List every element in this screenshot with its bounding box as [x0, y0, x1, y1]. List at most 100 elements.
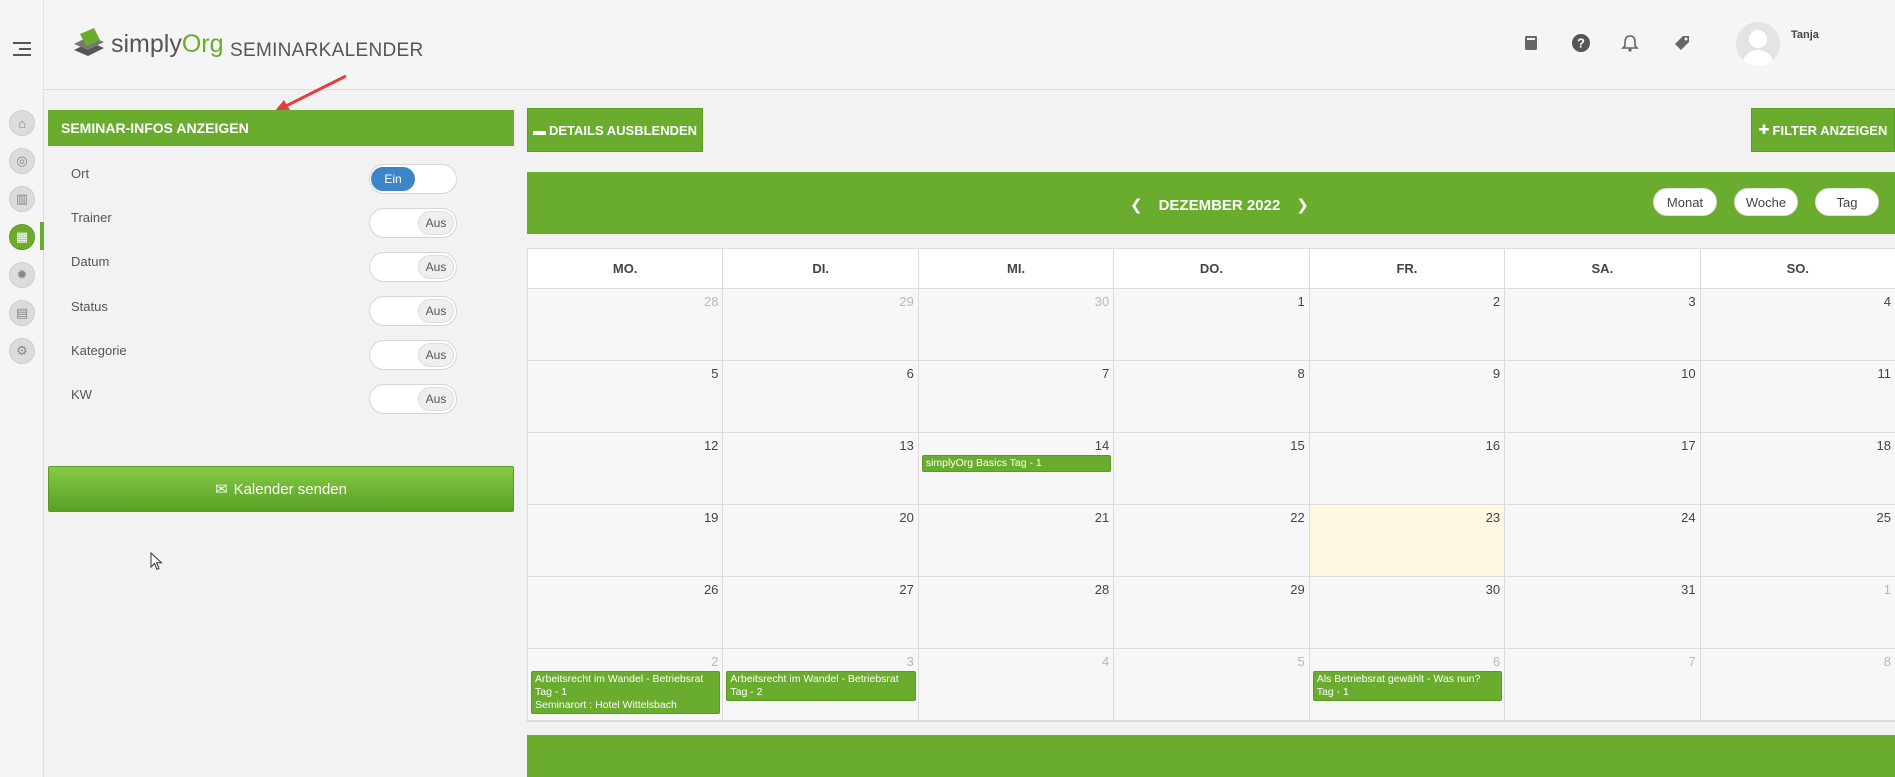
day-number[interactable]: 4	[1102, 654, 1109, 669]
day-cell[interactable]: 13	[723, 433, 919, 505]
day-cell[interactable]: 28	[918, 577, 1115, 649]
day-number[interactable]: 14	[1095, 438, 1109, 453]
day-cell[interactable]: 16	[1309, 433, 1506, 505]
toggle-kw[interactable]: Aus	[369, 384, 457, 414]
day-number[interactable]: 8	[1297, 366, 1304, 381]
day-number[interactable]: 12	[704, 438, 718, 453]
day-cell[interactable]: 17	[1505, 433, 1701, 505]
day-number[interactable]: 21	[1095, 510, 1109, 525]
bell-icon[interactable]	[1619, 32, 1641, 54]
view-week-button[interactable]: Woche	[1734, 188, 1798, 216]
send-calendar-button[interactable]: ✉ Kalender senden	[48, 466, 514, 512]
day-cell[interactable]: 1	[1700, 577, 1895, 649]
day-cell[interactable]: 8	[1114, 361, 1310, 433]
day-number[interactable]: 24	[1681, 510, 1695, 525]
calendar-event[interactable]: simplyOrg Basics Tag - 1	[921, 455, 1112, 472]
day-number[interactable]: 8	[1884, 654, 1891, 669]
day-number[interactable]: 9	[1493, 366, 1500, 381]
day-cell[interactable]: 29	[723, 289, 919, 361]
day-cell[interactable]: 26	[528, 577, 724, 649]
day-cell[interactable]: 9	[1309, 361, 1506, 433]
day-number[interactable]: 13	[899, 438, 913, 453]
day-cell[interactable]: 12	[528, 433, 724, 505]
next-month-icon[interactable]: ❯	[1296, 196, 1309, 214]
toggle-status[interactable]: Aus	[369, 296, 457, 326]
day-number[interactable]: 30	[1095, 294, 1109, 309]
day-number[interactable]: 23	[1486, 510, 1500, 525]
day-cell[interactable]: 15	[1114, 433, 1310, 505]
menu-icon[interactable]	[13, 42, 31, 56]
tag-icon[interactable]	[1671, 32, 1693, 54]
day-number[interactable]: 4	[1884, 294, 1891, 309]
day-number[interactable]: 6	[1493, 654, 1500, 669]
chart-icon[interactable]: ▥	[9, 186, 35, 212]
home-icon[interactable]: ⌂	[9, 110, 35, 136]
day-cell[interactable]: 30	[918, 289, 1115, 361]
toggle-datum[interactable]: Aus	[369, 252, 457, 282]
day-number[interactable]: 27	[899, 582, 913, 597]
logo[interactable]: simplyOrg	[70, 22, 224, 66]
day-cell[interactable]: 21	[918, 505, 1115, 577]
book-icon[interactable]	[1520, 32, 1542, 54]
day-number[interactable]: 2	[711, 654, 718, 669]
day-number[interactable]: 1	[1884, 582, 1891, 597]
day-cell[interactable]: 19	[528, 505, 724, 577]
day-number[interactable]: 20	[899, 510, 913, 525]
day-cell[interactable]: 29	[1114, 577, 1310, 649]
day-cell[interactable]: 20	[723, 505, 919, 577]
hide-details-button[interactable]: ▬ DETAILS AUSBLENDEN	[527, 108, 703, 152]
day-number[interactable]: 10	[1681, 366, 1695, 381]
day-cell[interactable]: 11	[1700, 361, 1895, 433]
day-cell[interactable]: 23	[1309, 505, 1506, 577]
day-number[interactable]: 19	[704, 510, 718, 525]
day-cell[interactable]: 27	[723, 577, 919, 649]
day-number[interactable]: 29	[1290, 582, 1304, 597]
calendar-event[interactable]: Als Betriebsrat gewählt - Was nun? Tag - …	[1312, 671, 1503, 701]
day-cell[interactable]: 6	[723, 361, 919, 433]
help-icon[interactable]: ?	[1570, 32, 1592, 54]
day-cell[interactable]: 3	[1505, 289, 1701, 361]
avatar[interactable]	[1736, 22, 1780, 66]
day-number[interactable]: 6	[907, 366, 914, 381]
day-number[interactable]: 7	[1688, 654, 1695, 669]
day-number[interactable]: 5	[1297, 654, 1304, 669]
calendar-icon[interactable]: ▦	[9, 224, 35, 250]
calendar-event[interactable]: Arbeitsrecht im Wandel - Betriebsrat Tag …	[726, 671, 916, 701]
calendar-event[interactable]: Arbeitsrecht im Wandel - Betriebsrat Tag …	[531, 671, 721, 714]
day-cell[interactable]: 31	[1505, 577, 1701, 649]
day-cell[interactable]: 7	[918, 361, 1115, 433]
day-cell[interactable]: 4	[918, 649, 1115, 721]
seminar-icon[interactable]: ◎	[9, 148, 35, 174]
show-filter-button[interactable]: ✚ FILTER ANZEIGEN	[1751, 108, 1895, 152]
view-month-button[interactable]: Monat	[1653, 188, 1717, 216]
day-cell[interactable]: 30	[1309, 577, 1506, 649]
day-cell[interactable]: 10	[1505, 361, 1701, 433]
day-number[interactable]: 25	[1877, 510, 1891, 525]
day-cell[interactable]: 5	[528, 361, 724, 433]
document-icon[interactable]: ▤	[9, 300, 35, 326]
user-name[interactable]: Tanja	[1791, 29, 1819, 41]
day-number[interactable]: 28	[704, 294, 718, 309]
day-cell[interactable]: 5	[1114, 649, 1310, 721]
day-number[interactable]: 5	[711, 366, 718, 381]
day-number[interactable]: 22	[1290, 510, 1304, 525]
day-number[interactable]: 17	[1681, 438, 1695, 453]
day-cell[interactable]: 8	[1700, 649, 1895, 721]
day-cell[interactable]: 22	[1114, 505, 1310, 577]
prev-month-icon[interactable]: ❮	[1130, 196, 1143, 214]
day-number[interactable]: 15	[1290, 438, 1304, 453]
day-cell[interactable]: 1	[1114, 289, 1310, 361]
day-cell[interactable]: 25	[1700, 505, 1895, 577]
day-cell[interactable]: 18	[1700, 433, 1895, 505]
day-cell[interactable]: 2	[1309, 289, 1506, 361]
day-number[interactable]: 28	[1095, 582, 1109, 597]
day-number[interactable]: 16	[1486, 438, 1500, 453]
day-number[interactable]: 18	[1877, 438, 1891, 453]
day-number[interactable]: 2	[1493, 294, 1500, 309]
toggle-trainer[interactable]: Aus	[369, 208, 457, 238]
day-number[interactable]: 3	[1688, 294, 1695, 309]
day-cell[interactable]: 4	[1700, 289, 1895, 361]
day-cell[interactable]: 24	[1505, 505, 1701, 577]
day-number[interactable]: 31	[1681, 582, 1695, 597]
day-number[interactable]: 7	[1102, 366, 1109, 381]
